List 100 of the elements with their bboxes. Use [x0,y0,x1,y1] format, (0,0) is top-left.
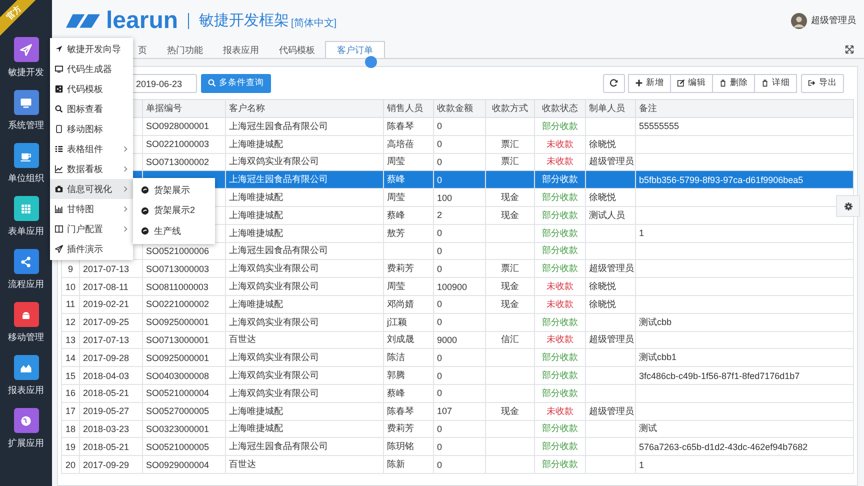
table-cell: 上海唯捷城配 [229,406,283,416]
menu-item[interactable]: 甘特图 [50,199,133,219]
plus-icon [635,79,643,87]
table-cell: 0 [437,460,442,470]
column-header[interactable]: 备注 [636,100,854,118]
table-cell: 0 [437,156,442,167]
table-cell: 周莹 [387,156,405,166]
column-header[interactable]: 收款方式 [486,100,534,118]
menu-item[interactable]: 生产线 [133,221,215,242]
fullscreen-icon[interactable] [845,45,854,54]
sidebar-item[interactable]: 表单应用 [8,196,44,244]
column-header[interactable]: 收款金额 [434,100,486,118]
sidebar-item[interactable]: 敏捷开发 [8,37,44,85]
status-text: 部分收款 [542,459,578,470]
table-cell: 上海唯捷城配 [229,423,283,434]
avatar-icon[interactable] [791,12,807,28]
table-cell: 百世达 [229,459,256,470]
bar-chart-icon [55,205,63,213]
status-text: 未收款 [546,406,574,416]
row-number: 15 [65,370,76,381]
settings-button[interactable] [836,195,860,217]
sidebar-item[interactable]: 单位组织 [8,143,44,191]
status-text: 部分收款 [542,441,578,452]
table-cell: 超级管理员 [589,334,634,344]
table-cell: 蔡峰 [387,174,405,184]
sidebar-item[interactable]: 流程应用 [8,249,44,297]
menu-item[interactable]: 代码生成器 [50,59,133,79]
tab[interactable]: 客户订单 [325,41,385,58]
table-cell: 2017-08-11 [83,282,128,292]
table-cell: 刘成晟 [387,334,414,344]
table-cell: 2017-09-28 [83,352,130,363]
table-cell: 上海双鸽实业有限公司 [229,263,319,274]
language-link[interactable]: [简体中文] [291,16,337,30]
table-cell: 2017-09-25 [83,317,130,328]
menu-item[interactable]: 货架展示 [133,180,215,200]
drag-handle-icon[interactable] [365,56,377,68]
sidebar-item[interactable]: 扩展应用 [8,408,44,456]
column-header[interactable]: 收款状态 [534,100,586,118]
table-cell: 超级管理员 [589,263,634,274]
table-cell: SO0527000005 [146,406,210,416]
delete-button[interactable]: 删除 [712,74,755,92]
table-cell: 上海双鸽实业有限公司 [229,156,319,166]
list-icon [55,145,63,153]
table-cell: 百世达 [229,334,256,344]
table-cell: 测试人员 [589,210,625,220]
table-cell: SO0403000008 [146,370,210,381]
table-cell: 2018-05-21 [83,442,130,452]
table-cell: 0 [437,264,442,274]
table-cell: 上海冠生园食品有限公司 [229,174,328,184]
table-cell: SO0928000001 [146,121,210,132]
columns-icon [55,225,63,233]
row-number: 19 [65,442,76,452]
menu-item[interactable]: 代码模板 [50,79,133,99]
table-cell: 上海唯捷城配 [229,298,283,309]
status-text: 部分收款 [542,245,578,256]
menu-item[interactable]: 数据看板 [50,159,133,179]
status-text: 部分收款 [542,423,578,434]
menu-item[interactable]: 图标查看 [50,99,133,119]
tab[interactable]: 报表应用 [213,41,269,58]
menu-item[interactable]: 表格组件 [50,139,133,159]
column-header[interactable]: 单据编号 [142,100,226,118]
add-button[interactable]: 新增 [628,74,671,92]
export-button[interactable]: 导出 [801,74,844,92]
sidebar-item[interactable]: 移动管理 [8,302,44,350]
sidebar-item[interactable]: 报表应用 [8,355,44,403]
menu-item[interactable]: 移动图标 [50,119,133,139]
menu-item[interactable]: 敏捷开发向导 [50,39,133,59]
table-cell: SO0713000001 [146,334,210,345]
edit-icon [677,79,685,87]
sidebar-item[interactable]: 系统管理 [8,90,44,138]
table-cell: 现金 [501,192,519,202]
table-cell: 徐晓悦 [589,298,616,309]
refresh-button[interactable] [603,74,625,92]
edit-button[interactable]: 编辑 [670,74,713,92]
table-cell: 上海唯捷城配 [229,192,283,202]
table-cell: 上海双鸽实业有限公司 [229,388,319,398]
tab[interactable]: 代码模板 [269,41,325,58]
table-cell: 上海双鸽实业有限公司 [229,370,319,380]
search-button[interactable]: 多条件查询 [201,74,271,92]
paper-plane-icon [55,245,63,253]
column-header[interactable]: 制单人员 [586,100,636,118]
table-cell: SO0221000003 [146,139,210,150]
table-cell: 0 [437,228,442,238]
table-cell: 票汇 [501,156,519,166]
monitor-icon [55,65,63,73]
status-text: 未收款 [546,138,574,149]
column-header[interactable]: 销售人员 [384,100,434,118]
menu-item[interactable]: 门户配置 [50,219,133,239]
table-cell: 现金 [501,281,519,292]
menu-item[interactable]: 货架展示2 [133,200,215,221]
column-header[interactable]: 客户名称 [226,100,384,118]
table-cell: SO0929000004 [146,460,210,470]
user-name[interactable]: 超级管理员 [811,14,856,27]
menu-item[interactable]: 插件演示 [50,239,133,259]
menu-item[interactable]: 信息可视化 [50,179,133,199]
detail-button[interactable]: 详细 [754,74,797,92]
tab[interactable]: 热门功能 [157,41,213,58]
table-cell: 陈新 [387,459,405,470]
trash-icon [761,79,769,87]
table-cell: 蔡峰 [387,210,405,220]
